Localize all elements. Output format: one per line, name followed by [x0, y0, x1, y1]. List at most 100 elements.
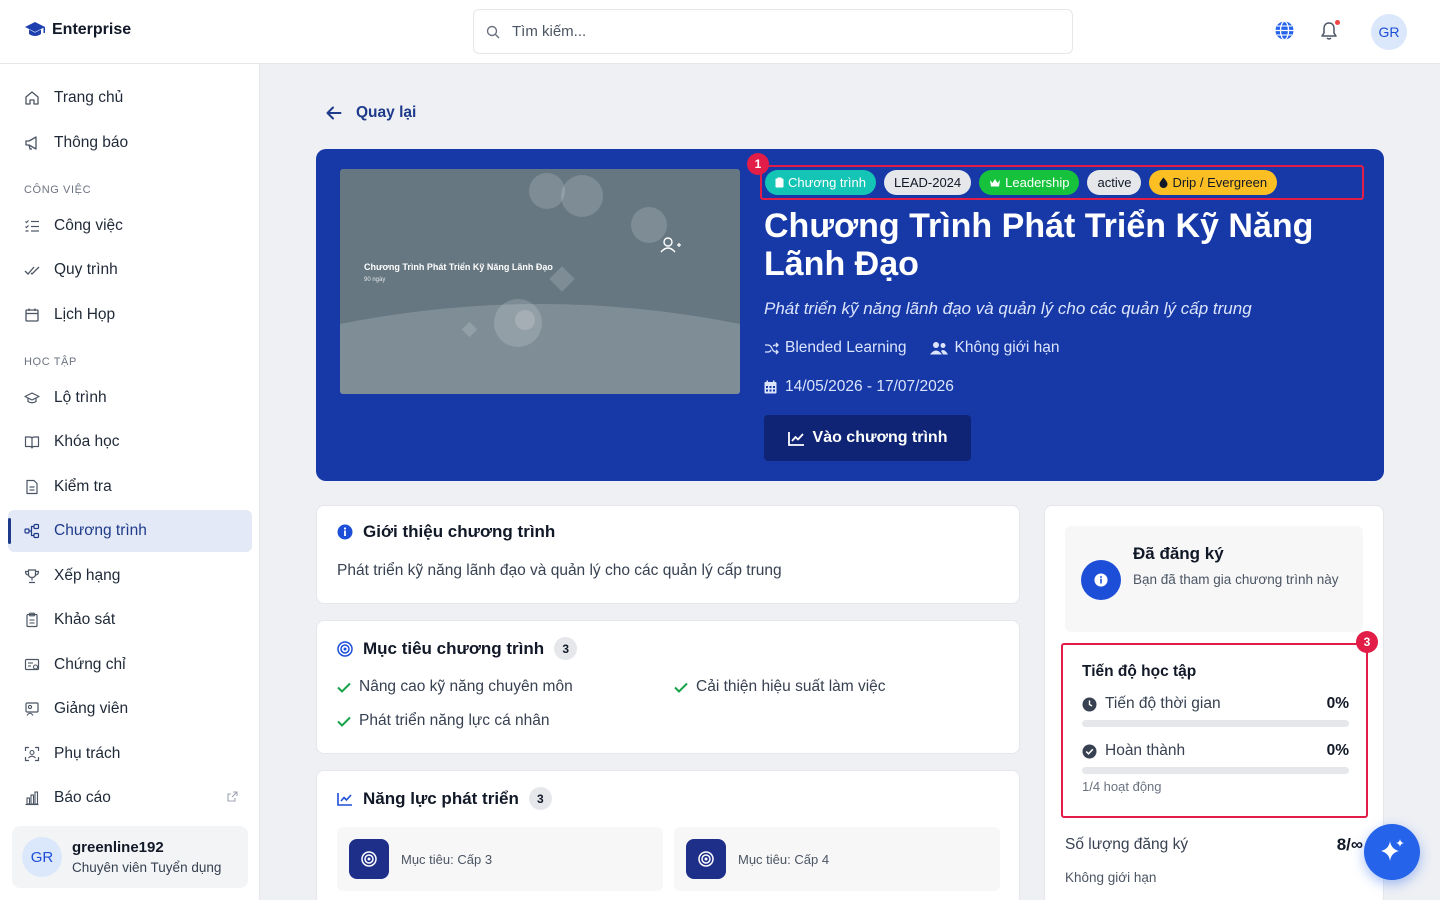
ai-assistant-button[interactable]	[1364, 824, 1420, 880]
sidebar-item-programs[interactable]: Chương trình	[8, 510, 252, 552]
program-icon	[24, 523, 40, 539]
tag-status: active	[1087, 170, 1142, 195]
program-meta: Blended Learning Không giới hạn	[764, 339, 1060, 357]
clock-icon	[1082, 697, 1097, 712]
learning-progress: Tiến độ học tập Tiến độ thời gian 0% Hoà…	[1061, 643, 1368, 818]
sidebar: Trang chủ Thông báo CÔNG VIỆC Công việc …	[0, 64, 260, 900]
user-profile-card[interactable]: GR greenline192 Chuyên viên Tuyển dụng	[12, 826, 248, 888]
registered-subtitle: Bạn đã tham gia chương trình này	[1133, 572, 1339, 587]
goal-item: Nâng cao kỹ năng chuyên môn	[337, 678, 573, 696]
goal-item: Cải thiện hiệu suất làm việc	[674, 678, 886, 696]
goals-count: 3	[554, 637, 578, 660]
sidebar-item-label: Lộ trình	[54, 389, 107, 406]
instructor-icon	[24, 701, 40, 717]
check-icon	[337, 682, 351, 693]
certificate-icon	[24, 657, 40, 673]
sparkle-icon	[1377, 837, 1407, 867]
sidebar-item-exams[interactable]: Kiểm tra	[8, 466, 252, 508]
double-check-icon	[24, 262, 40, 278]
intro-text: Phát triển kỹ năng lãnh đạo và quản lý c…	[337, 562, 782, 579]
sidebar-item-label: Khóa học	[54, 433, 120, 450]
sidebar-item-label: Quy trình	[54, 261, 118, 278]
sidebar-item-ranking[interactable]: Xếp hạng	[8, 555, 252, 597]
line-chart-icon	[337, 792, 353, 806]
progress-activities: 1/4 hoạt động	[1082, 779, 1162, 794]
sidebar-item-certificates[interactable]: Chứng chỉ	[8, 644, 252, 686]
graduation-cap-icon	[24, 20, 46, 40]
clipboard-icon	[24, 612, 40, 628]
progress-time-bar	[1082, 720, 1349, 727]
annotation-marker-3: 3	[1356, 631, 1378, 653]
info-icon	[1081, 560, 1121, 600]
book-icon	[24, 434, 40, 450]
user-role: Chuyên viên Tuyển dụng	[72, 860, 222, 875]
search-bar[interactable]	[473, 9, 1073, 54]
check-icon	[337, 716, 351, 727]
sidebar-item-surveys[interactable]: Khảo sát	[8, 599, 252, 641]
program-description: Phát triển kỹ năng lãnh đạo và quản lý c…	[764, 299, 1252, 318]
checklist-icon	[24, 218, 40, 234]
competencies-card: Năng lực phát triển 3 Mục tiêu: Cấp 3 Mụ…	[316, 770, 1020, 900]
progress-done-bar	[1082, 767, 1349, 774]
droplet-icon	[1159, 177, 1168, 188]
search-input[interactable]	[512, 23, 1032, 40]
check-icon	[674, 682, 688, 693]
enrollment-card: Đã đăng ký Bạn đã tham gia chương trình …	[1044, 505, 1384, 900]
brand-logo[interactable]: Enterprise	[24, 20, 131, 40]
target-icon	[337, 640, 353, 657]
competency-item[interactable]: Mục tiêu: Cấp 3	[337, 827, 663, 891]
sidebar-item-instructors[interactable]: Giảng viên	[8, 688, 252, 730]
tags-highlight: Chương trình LEAD-2024 Leadership active…	[760, 165, 1364, 200]
competencies-title: Năng lực phát triển 3	[337, 787, 552, 810]
shuffle-icon	[764, 342, 779, 355]
sidebar-item-home[interactable]: Trang chủ	[8, 77, 252, 119]
goals-title: Mục tiêu chương trình 3	[337, 637, 578, 660]
sidebar-item-responsible[interactable]: Phụ trách	[8, 733, 252, 775]
user-name: greenline192	[72, 839, 164, 856]
sidebar-item-workflow[interactable]: Quy trình	[8, 249, 252, 291]
progress-done-row: Hoàn thành 0%	[1082, 742, 1349, 760]
registration-limit: Không giới hạn	[1065, 870, 1157, 885]
sidebar-item-label: Kiểm tra	[54, 478, 112, 495]
thumbnail-title: Chương Trình Phát Triển Kỹ Năng Lãnh Đạo	[364, 262, 553, 272]
globe-icon[interactable]	[1274, 20, 1295, 41]
sidebar-item-courses[interactable]: Khóa học	[8, 421, 252, 463]
back-label: Quay lại	[356, 104, 417, 121]
program-hero: Chương Trình Phát Triển Kỹ Năng Lãnh Đạo…	[316, 149, 1384, 481]
line-chart-icon	[787, 431, 805, 446]
bell-icon[interactable]	[1320, 20, 1340, 41]
home-icon	[24, 90, 40, 106]
sidebar-item-meetings[interactable]: Lịch Họp	[8, 294, 252, 336]
megaphone-icon	[24, 135, 40, 151]
competency-item[interactable]: Mục tiêu: Cấp 4	[674, 827, 1000, 891]
sidebar-item-notifications[interactable]: Thông báo	[8, 122, 252, 164]
back-link[interactable]: Quay lại	[326, 104, 416, 122]
thumbnail-duration: 90 ngày	[364, 277, 386, 283]
header-avatar[interactable]: GR	[1371, 14, 1407, 50]
tag-type: Chương trình	[765, 170, 876, 195]
sidebar-item-reports[interactable]: Báo cáo	[8, 777, 252, 819]
sidebar-item-label: Xếp hạng	[54, 567, 121, 584]
progress-time-percent: 0%	[1326, 695, 1349, 712]
goals-card: Mục tiêu chương trình 3 Nâng cao kỹ năng…	[316, 620, 1020, 754]
sidebar-item-roadmap[interactable]: Lộ trình	[8, 377, 252, 419]
top-header: Enterprise GR	[0, 0, 1440, 64]
target-icon	[686, 839, 726, 879]
avatar: GR	[22, 837, 62, 877]
external-link-icon	[227, 791, 238, 802]
sidebar-item-label: Trang chủ	[54, 89, 124, 106]
trophy-icon	[24, 568, 40, 584]
program-thumbnail: Chương Trình Phát Triển Kỹ Năng Lãnh Đạo…	[340, 169, 740, 394]
enter-program-button[interactable]: Vào chương trình	[764, 415, 971, 461]
crown-icon	[989, 178, 1001, 188]
notification-dot	[1335, 20, 1340, 25]
program-title: Chương Trình Phát Triển Kỹ Năng Lãnh Đạo	[764, 207, 1314, 283]
sidebar-item-label: Thông báo	[54, 134, 129, 151]
program-format: Blended Learning	[785, 339, 907, 356]
annotation-marker-1: 1	[747, 153, 769, 175]
sidebar-item-label: Chương trình	[54, 522, 147, 539]
sidebar-item-label: Chứng chỉ	[54, 656, 126, 673]
bar-chart-icon	[24, 790, 40, 806]
section-heading-work: CÔNG VIỆC	[24, 184, 92, 196]
sidebar-item-tasks[interactable]: Công việc	[8, 205, 252, 247]
